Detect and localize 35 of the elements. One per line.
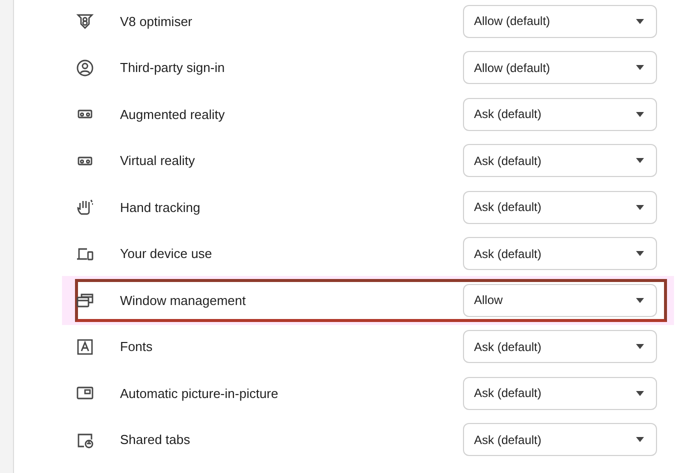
caret-icon [636, 18, 644, 24]
permission-dropdown[interactable]: Ask (default) [463, 98, 657, 131]
permission-dropdown[interactable]: Ask (default) [463, 237, 657, 270]
hand-icon [76, 198, 94, 216]
caret-icon [636, 112, 644, 117]
permission-label: V8 optimiser [120, 14, 194, 29]
font-icon [76, 338, 94, 356]
caret-icon [636, 298, 644, 303]
permission-dropdown[interactable]: Allow [463, 284, 657, 317]
windows-icon [76, 291, 94, 310]
permission-dropdown[interactable]: Ask (default) [463, 376, 657, 410]
caret-icon [636, 251, 644, 256]
permission-label: Hand tracking [120, 200, 202, 215]
caret-icon [636, 437, 644, 442]
permission-dropdown[interactable]: Allow (default) [463, 4, 657, 38]
permission-label: Virtual reality [120, 153, 196, 168]
permission-label: Fonts [120, 339, 154, 354]
permission-dropdown[interactable]: Ask (default) [463, 190, 657, 224]
caret-icon [636, 204, 644, 210]
permission-dropdown[interactable]: Ask (default) [463, 330, 657, 364]
badge-icon [76, 12, 94, 30]
permission-label: Shared tabs [120, 432, 192, 448]
permission-label: Window management [120, 292, 247, 308]
caret-icon [636, 158, 644, 164]
permission-dropdown[interactable]: Ask (default) [463, 144, 657, 178]
caret-icon [636, 344, 644, 350]
permission-label: Augmented reality [120, 106, 226, 122]
permission-dropdown[interactable]: Ask (default) [463, 423, 657, 456]
permission-label: Third-party sign-in [120, 60, 226, 76]
permission-label: Your device use [120, 246, 214, 262]
caret-icon [636, 65, 644, 70]
caret-icon [636, 390, 644, 396]
permission-label: Automatic picture-in-picture [120, 386, 280, 401]
permission-dropdown[interactable]: Allow (default) [463, 51, 657, 84]
account-circle-icon [76, 58, 94, 77]
